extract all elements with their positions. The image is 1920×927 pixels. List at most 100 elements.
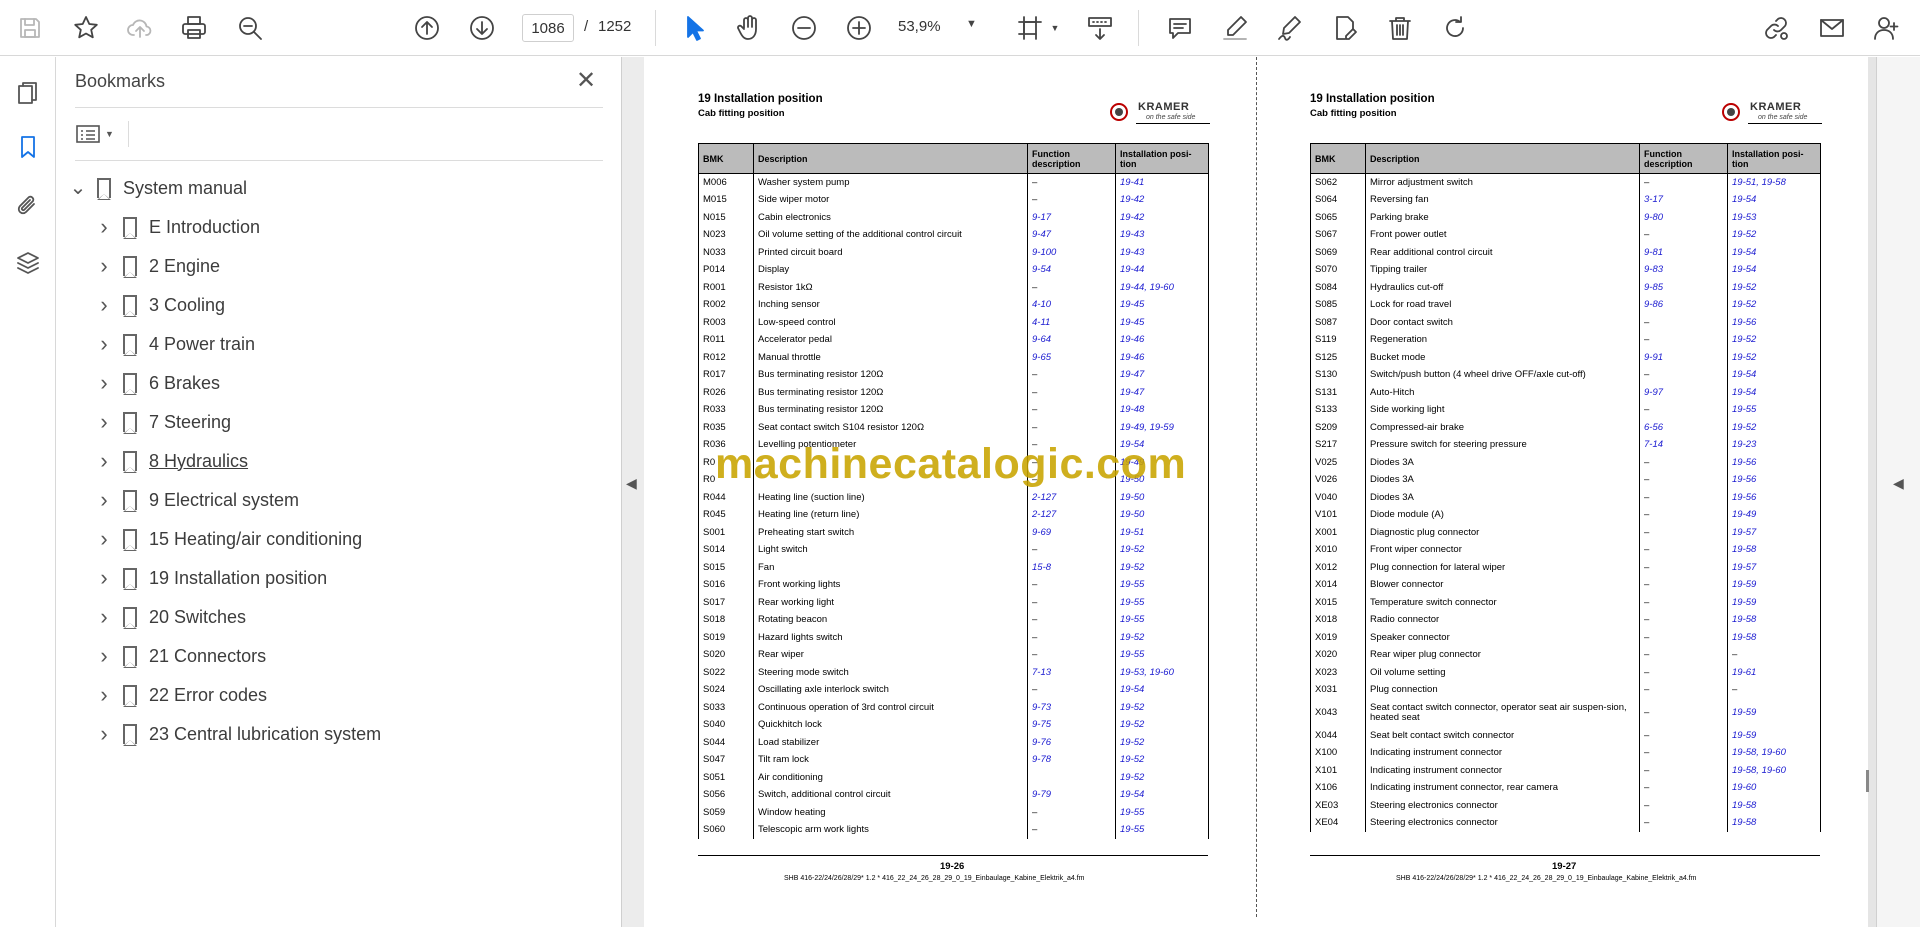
expand-right-icon[interactable]: ◀ xyxy=(1893,475,1904,492)
sign-icon[interactable] xyxy=(1272,10,1308,46)
installation-position-cell[interactable]: 19-54 xyxy=(1115,681,1209,699)
chevron-down-icon[interactable]: ⌄ xyxy=(67,178,89,198)
installation-position-cell[interactable]: 19-45 xyxy=(1115,296,1209,314)
installation-position-cell[interactable]: 19-42 xyxy=(1115,208,1209,226)
installation-position-cell[interactable]: 19-57 xyxy=(1727,558,1821,576)
installation-position-cell[interactable]: 19-52 xyxy=(1727,418,1821,436)
close-icon[interactable]: ✕ xyxy=(572,67,600,95)
installation-position-cell[interactable]: 19-56 xyxy=(1727,488,1821,506)
bookmark-item[interactable]: › 4 Power train xyxy=(93,329,255,359)
function-description-cell[interactable]: 9-100 xyxy=(1027,243,1116,261)
installation-position-cell[interactable]: 19-55 xyxy=(1115,576,1209,594)
installation-position-cell[interactable]: 19-58 xyxy=(1727,814,1821,832)
installation-position-cell[interactable]: 19-52 xyxy=(1115,751,1209,769)
function-description-cell[interactable]: 9-69 xyxy=(1027,523,1116,541)
attachments-icon[interactable] xyxy=(10,187,46,223)
zoom-level[interactable]: 53,9% xyxy=(898,18,941,35)
installation-position-cell[interactable]: 19-58, 19-60 xyxy=(1727,761,1821,779)
installation-position-cell[interactable]: 19-43 xyxy=(1115,243,1209,261)
installation-position-cell[interactable]: 19-54 xyxy=(1727,261,1821,279)
scroll-mode-icon[interactable] xyxy=(1082,10,1118,46)
function-description-cell[interactable]: 3-17 xyxy=(1639,191,1728,209)
function-description-cell[interactable]: 9-85 xyxy=(1639,278,1728,296)
installation-position-cell[interactable]: 19-42 xyxy=(1115,191,1209,209)
page-thumbnails-icon[interactable] xyxy=(10,75,46,111)
bookmark-item[interactable]: › 6 Brakes xyxy=(93,368,220,398)
print-icon[interactable] xyxy=(176,10,212,46)
bookmark-item[interactable]: › 7 Steering xyxy=(93,407,231,437)
installation-position-cell[interactable]: 19-52 xyxy=(1115,698,1209,716)
delete-icon[interactable] xyxy=(1382,10,1418,46)
bookmark-options-button[interactable]: ▼ xyxy=(75,119,125,149)
function-description-cell[interactable]: 4-11 xyxy=(1027,313,1116,331)
installation-position-cell[interactable]: 19-55 xyxy=(1727,401,1821,419)
installation-position-cell[interactable]: 19-55 xyxy=(1115,821,1209,839)
zoom-out-icon[interactable] xyxy=(786,10,822,46)
installation-position-cell[interactable]: 19-50 xyxy=(1115,488,1209,506)
installation-position-cell[interactable]: 19-59 xyxy=(1727,698,1821,727)
function-description-cell[interactable]: 9-65 xyxy=(1027,348,1116,366)
hand-tool-icon[interactable] xyxy=(731,10,767,46)
bookmark-item[interactable]: › 20 Switches xyxy=(93,602,246,632)
installation-position-cell[interactable]: 19-52 xyxy=(1115,558,1209,576)
function-description-cell[interactable]: 9-83 xyxy=(1639,261,1728,279)
bookmarks-icon[interactable] xyxy=(10,129,46,165)
function-description-cell[interactable]: 9-79 xyxy=(1027,786,1116,804)
page-fit-dropdown-icon[interactable]: ▼ xyxy=(1048,10,1062,46)
installation-position-cell[interactable]: 19-55 xyxy=(1115,646,1209,664)
bookmark-item[interactable]: › 9 Electrical system xyxy=(93,485,299,515)
installation-position-cell[interactable]: 19-52 xyxy=(1727,348,1821,366)
installation-position-cell[interactable]: 19-54 xyxy=(1727,191,1821,209)
next-page-icon[interactable] xyxy=(464,10,500,46)
installation-position-cell[interactable]: 19-49 xyxy=(1727,506,1821,524)
function-description-cell[interactable]: 9-75 xyxy=(1027,716,1116,734)
installation-position-cell[interactable]: 19-56 xyxy=(1727,313,1821,331)
chevron-right-icon[interactable]: › xyxy=(93,331,115,357)
installation-position-cell[interactable]: 19-52 xyxy=(1115,628,1209,646)
installation-position-cell[interactable]: 19-59 xyxy=(1727,593,1821,611)
installation-position-cell[interactable]: 19-53 xyxy=(1727,208,1821,226)
bookmark-item[interactable]: › 19 Installation position xyxy=(93,563,327,593)
chevron-right-icon[interactable]: › xyxy=(93,643,115,669)
installation-position-cell[interactable]: 19-58, 19-60 xyxy=(1727,744,1821,762)
installation-position-cell[interactable]: 19-58 xyxy=(1727,628,1821,646)
function-description-cell[interactable]: 2-127 xyxy=(1027,488,1116,506)
function-description-cell[interactable]: 4-10 xyxy=(1027,296,1116,314)
installation-position-cell[interactable]: 19-57 xyxy=(1727,523,1821,541)
bookmark-item[interactable]: › 3 Cooling xyxy=(93,290,225,320)
installation-position-cell[interactable]: 19-54 xyxy=(1115,786,1209,804)
function-description-cell[interactable]: 9-47 xyxy=(1027,226,1116,244)
highlight-pen-icon[interactable] xyxy=(1217,10,1253,46)
bookmark-item[interactable]: › 2 Engine xyxy=(93,251,220,281)
installation-position-cell[interactable]: 19-47 xyxy=(1115,383,1209,401)
installation-position-cell[interactable]: 19-52 xyxy=(1727,226,1821,244)
installation-position-cell[interactable]: 19-52 xyxy=(1727,278,1821,296)
save-icon[interactable] xyxy=(12,10,48,46)
page-number-input[interactable]: 1086 xyxy=(522,14,574,42)
installation-position-cell[interactable]: 19-47 xyxy=(1115,366,1209,384)
installation-position-cell[interactable]: 19-48 xyxy=(1115,401,1209,419)
previous-page-icon[interactable] xyxy=(409,10,445,46)
function-description-cell[interactable]: 7-13 xyxy=(1027,663,1116,681)
function-description-cell[interactable]: 9-81 xyxy=(1639,243,1728,261)
chevron-right-icon[interactable]: › xyxy=(93,487,115,513)
cloud-upload-icon[interactable] xyxy=(122,10,158,46)
function-description-cell[interactable]: 9-64 xyxy=(1027,331,1116,349)
installation-position-cell[interactable]: 19-53, 19-60 xyxy=(1115,663,1209,681)
installation-position-cell[interactable]: 19-46 xyxy=(1115,331,1209,349)
installation-position-cell[interactable]: 19-55 xyxy=(1115,593,1209,611)
chevron-right-icon[interactable]: › xyxy=(93,448,115,474)
installation-position-cell[interactable]: 19-41 xyxy=(1115,173,1209,191)
function-description-cell[interactable]: 9-76 xyxy=(1027,733,1116,751)
layers-icon[interactable] xyxy=(10,245,46,281)
panel-collapse-handle[interactable]: ◀ xyxy=(622,57,644,927)
installation-position-cell[interactable]: 19-52 xyxy=(1115,716,1209,734)
chevron-right-icon[interactable]: › xyxy=(93,682,115,708)
installation-position-cell[interactable]: 19-43 xyxy=(1115,226,1209,244)
installation-position-cell[interactable]: 19-54 xyxy=(1727,243,1821,261)
bookmark-item[interactable]: › 8 Hydraulics xyxy=(93,446,248,476)
right-panel-handle[interactable]: ◀ xyxy=(1876,57,1920,927)
installation-position-cell[interactable]: 19-61 xyxy=(1727,663,1821,681)
comment-icon[interactable] xyxy=(1162,10,1198,46)
edit-pdf-icon[interactable] xyxy=(1327,10,1363,46)
